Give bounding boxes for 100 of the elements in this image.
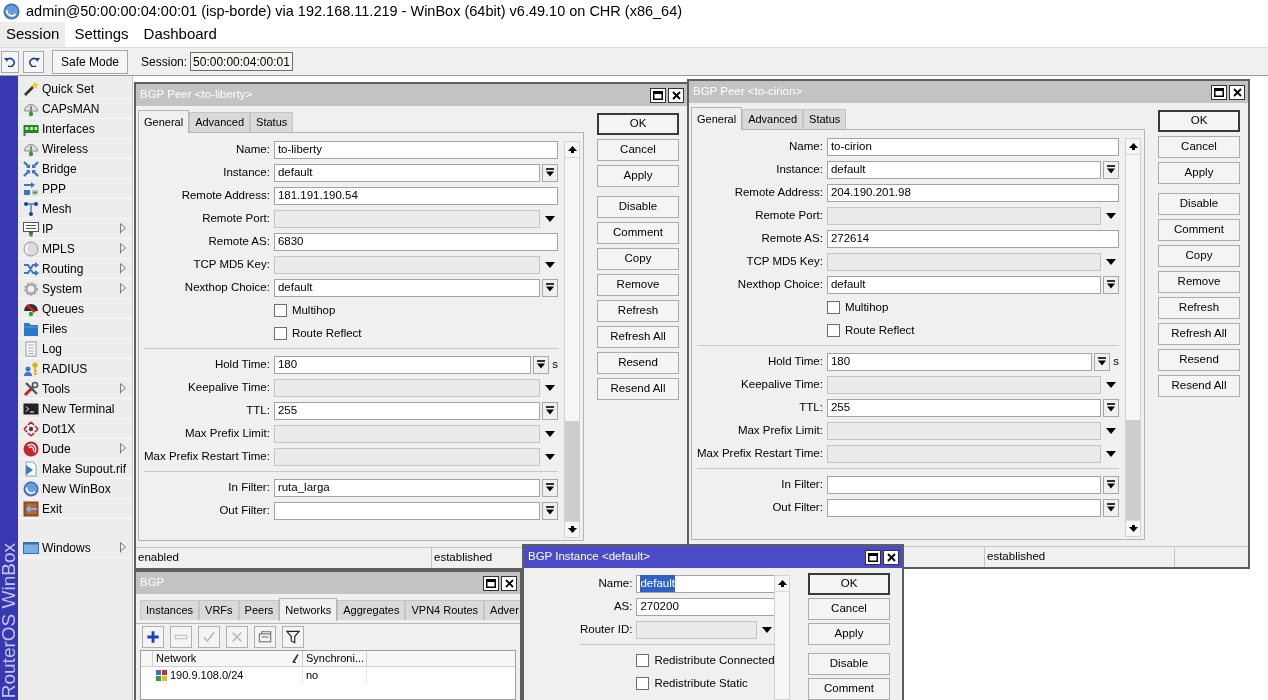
- button[interactable]: Cancel: [597, 139, 679, 161]
- sidebar-item[interactable]: Bridge: [18, 159, 132, 179]
- redo-button[interactable]: [23, 50, 44, 73]
- sidebar-item[interactable]: System: [18, 279, 132, 299]
- tab[interactable]: General: [691, 107, 743, 130]
- checkbox[interactable]: [636, 654, 650, 667]
- sidebar-item[interactable]: Exit: [18, 499, 132, 519]
- button[interactable]: Disable: [597, 196, 679, 218]
- sidebar-item[interactable]: MPLS: [18, 239, 132, 259]
- sidebar-item[interactable]: CAPsMAN: [18, 99, 132, 119]
- input-field[interactable]: 181.191.190.54: [273, 186, 558, 205]
- maximize-button[interactable]: [865, 549, 881, 565]
- dropdown-button[interactable]: [542, 401, 558, 420]
- sidebar-item[interactable]: Dot1X: [18, 419, 132, 439]
- dropdown-arrow-icon[interactable]: [545, 453, 555, 460]
- dropdown-arrow-icon[interactable]: [1106, 258, 1116, 265]
- input-field[interactable]: 180: [826, 352, 1093, 371]
- maximize-button[interactable]: [1211, 84, 1227, 100]
- dropdown-arrow-icon[interactable]: [545, 261, 555, 268]
- sidebar-item[interactable]: Mesh: [18, 199, 132, 219]
- button[interactable]: Apply: [1158, 162, 1240, 184]
- close-button[interactable]: [1229, 84, 1245, 100]
- checkbox[interactable]: [826, 324, 840, 337]
- undo-button[interactable]: [1, 50, 19, 73]
- tab[interactable]: Advanced: [189, 112, 251, 132]
- session-field[interactable]: 50:00:00:04:00:01: [190, 52, 293, 71]
- input-field[interactable]: [826, 252, 1101, 271]
- dropdown-arrow-icon[interactable]: [1106, 381, 1116, 388]
- filter-button[interactable]: [282, 625, 304, 648]
- button[interactable]: Copy: [1158, 245, 1240, 267]
- button[interactable]: Resend All: [597, 378, 679, 400]
- sidebar-item[interactable]: Files: [18, 319, 132, 339]
- sidebar-item[interactable]: Wireless: [18, 139, 132, 159]
- sidebar-item[interactable]: Tools: [18, 379, 132, 399]
- button[interactable]: Disable: [808, 653, 890, 675]
- dropdown-button[interactable]: [1103, 398, 1119, 417]
- maximize-button[interactable]: [650, 87, 666, 103]
- input-field[interactable]: [273, 378, 540, 397]
- tab[interactable]: Adver: [484, 600, 520, 620]
- button[interactable]: Disable: [1158, 193, 1240, 215]
- scrollbar-thumb[interactable]: [565, 421, 579, 521]
- sidebar-item[interactable]: Dude: [18, 439, 132, 459]
- dropdown-arrow-icon[interactable]: [1106, 450, 1116, 457]
- input-field[interactable]: to-liberty: [273, 140, 558, 159]
- dropdown-button[interactable]: [1103, 475, 1119, 494]
- input-field[interactable]: 272614: [826, 229, 1119, 248]
- comment-button[interactable]: [254, 625, 276, 648]
- button[interactable]: Resend All: [1158, 375, 1240, 397]
- checkbox[interactable]: [636, 677, 650, 690]
- sidebar-item[interactable]: Windows: [18, 538, 132, 558]
- scrollbar[interactable]: [1125, 138, 1141, 537]
- sidebar-item[interactable]: IP: [18, 219, 132, 239]
- button[interactable]: Refresh All: [597, 326, 679, 348]
- dropdown-button[interactable]: [1103, 498, 1119, 517]
- close-button[interactable]: [501, 575, 517, 591]
- dropdown-button[interactable]: [542, 478, 558, 497]
- input-field[interactable]: [273, 255, 540, 274]
- tab[interactable]: VRFs: [199, 600, 239, 620]
- input-field[interactable]: [826, 498, 1101, 517]
- sidebar-item[interactable]: New Terminal: [18, 399, 132, 419]
- input-field[interactable]: 255: [826, 398, 1101, 417]
- tab[interactable]: Peers: [238, 600, 280, 620]
- safe-mode-button[interactable]: Safe Mode: [52, 49, 129, 74]
- input-field[interactable]: [273, 209, 540, 228]
- dropdown-arrow-icon[interactable]: [545, 430, 555, 437]
- input-field[interactable]: default: [826, 275, 1101, 294]
- input-field[interactable]: [826, 444, 1101, 463]
- input-field[interactable]: [273, 447, 540, 466]
- button[interactable]: Refresh: [597, 300, 679, 322]
- button[interactable]: Cancel: [808, 598, 890, 620]
- sidebar-item[interactable]: PPP: [18, 179, 132, 199]
- tab[interactable]: Instances: [140, 600, 200, 620]
- maximize-button[interactable]: [483, 575, 499, 591]
- sidebar-item[interactable]: Make Supout.rif: [18, 459, 132, 479]
- menu-item[interactable]: Session: [0, 22, 66, 47]
- input-field[interactable]: [826, 375, 1101, 394]
- button[interactable]: Comment: [808, 678, 890, 700]
- button[interactable]: Refresh: [1158, 297, 1240, 319]
- dropdown-arrow-icon[interactable]: [1106, 212, 1116, 219]
- dropdown-button[interactable]: [1103, 160, 1119, 179]
- dropdown-arrow-icon[interactable]: [545, 215, 555, 222]
- button[interactable]: Comment: [597, 222, 679, 244]
- input-field[interactable]: default: [273, 278, 540, 297]
- tab[interactable]: Status: [803, 109, 847, 129]
- button[interactable]: OK: [1158, 110, 1240, 132]
- sidebar-item[interactable]: Quick Set: [18, 79, 132, 99]
- scrollbar-thumb[interactable]: [1126, 420, 1140, 520]
- column-header[interactable]: Network: [156, 650, 197, 667]
- scrollbar[interactable]: [564, 141, 580, 538]
- input-field[interactable]: [636, 620, 757, 639]
- close-button[interactable]: [883, 549, 899, 565]
- button[interactable]: OK: [597, 113, 679, 135]
- input-field[interactable]: ruta_larga: [273, 478, 540, 497]
- button[interactable]: Resend: [1158, 349, 1240, 371]
- tab[interactable]: Status: [250, 112, 294, 132]
- tab[interactable]: Networks: [279, 598, 338, 621]
- dropdown-button[interactable]: [542, 278, 558, 297]
- button[interactable]: Copy: [597, 248, 679, 270]
- input-field[interactable]: [826, 475, 1101, 494]
- sidebar-item[interactable]: Routing: [18, 259, 132, 279]
